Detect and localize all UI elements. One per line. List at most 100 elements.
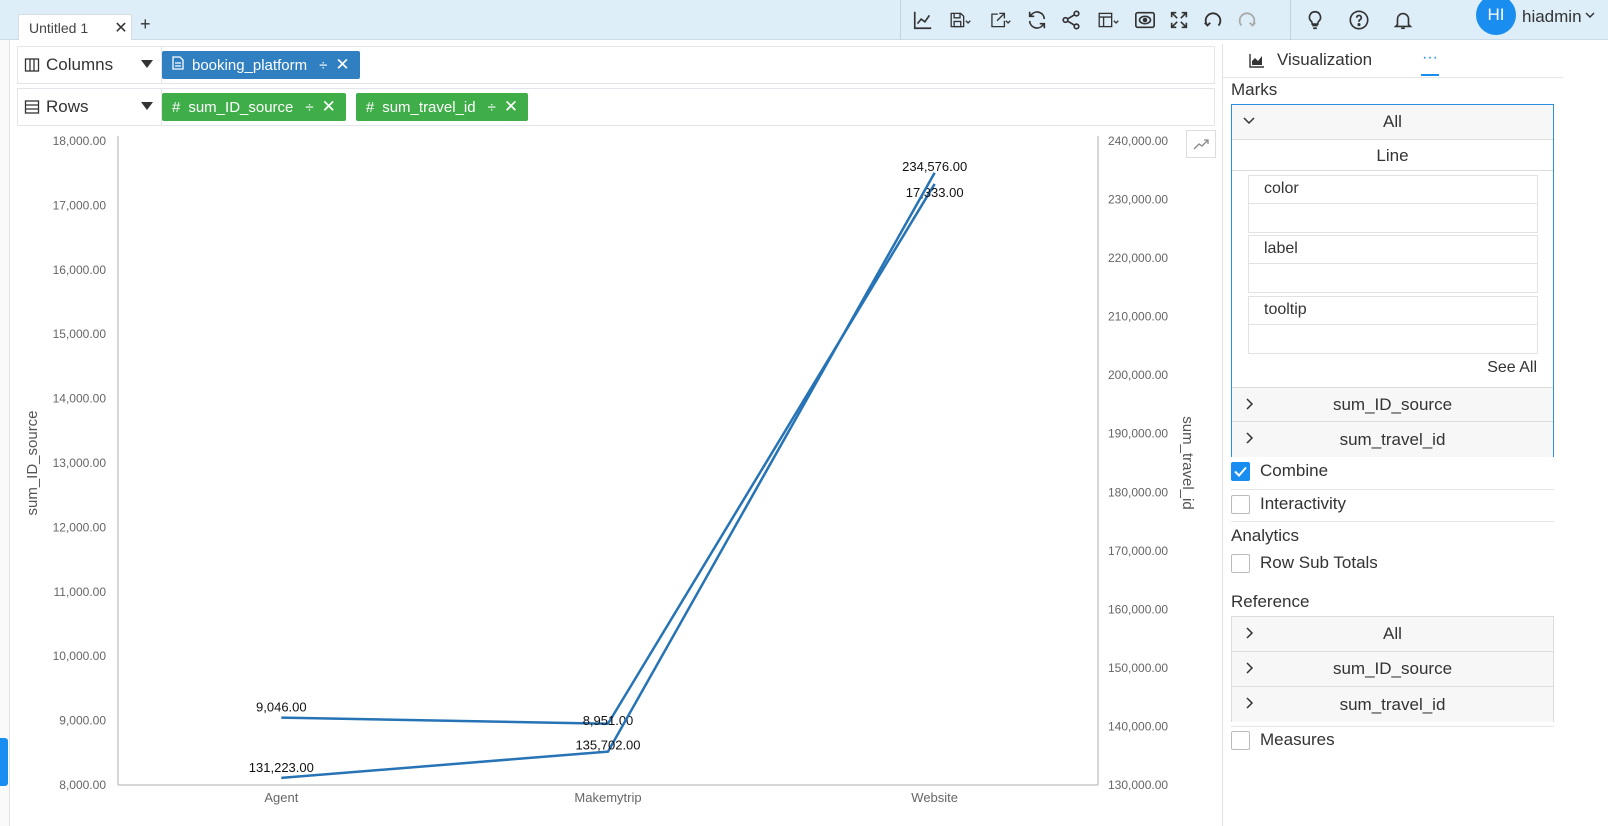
redo-icon[interactable]: [1230, 3, 1264, 37]
pill-label: sum_travel_id: [382, 98, 476, 116]
y2-tick-label: 160,000.00: [1108, 602, 1168, 616]
sort-icon[interactable]: ÷: [305, 99, 313, 116]
marks-sum-id-source-row[interactable]: sum_ID_source: [1232, 387, 1553, 422]
combine-checkbox[interactable]: Combine: [1231, 461, 1328, 481]
interactivity-checkbox[interactable]: Interactivity: [1231, 494, 1346, 514]
tab-label: Untitled 1: [29, 19, 89, 36]
pill-label: booking_platform: [192, 56, 308, 74]
remove-icon[interactable]: ✕: [322, 97, 336, 117]
tab-visualization-label: Visualization: [1277, 50, 1373, 69]
marks-sum-travel-id-row[interactable]: sum_travel_id: [1232, 422, 1553, 457]
columns-shelf-label[interactable]: Columns: [18, 47, 162, 83]
save-icon[interactable]: [940, 3, 980, 37]
toolbar: [906, 0, 1264, 40]
interactivity-label: Interactivity: [1260, 494, 1346, 513]
remove-icon[interactable]: ✕: [335, 55, 349, 75]
row-sub-totals-checkbox[interactable]: Row Sub Totals: [1231, 553, 1378, 573]
mark-type-label: Line: [1376, 145, 1409, 165]
chevron-down-icon[interactable]: [1584, 8, 1596, 26]
share-icon[interactable]: [1054, 3, 1088, 37]
panel-tabs: Visualization ···: [1223, 44, 1563, 78]
user-menu[interactable]: HI hiadmin: [1476, 0, 1596, 35]
rows-shelf[interactable]: Rows # sum_ID_source ÷ ✕ # sum_travel_id…: [17, 88, 1215, 126]
checkbox-unchecked[interactable]: [1231, 494, 1250, 514]
measures-checkbox[interactable]: Measures: [1231, 730, 1335, 750]
export-icon[interactable]: [980, 3, 1020, 37]
divider: [1231, 489, 1554, 490]
x-tick-label: Agent: [264, 790, 298, 805]
y-tick-label: 13,000.00: [53, 456, 107, 470]
data-label: 135,702.00: [575, 738, 640, 753]
tab-untitled-1[interactable]: Untitled 1 ✕: [18, 14, 132, 40]
measure-icon: #: [365, 98, 375, 116]
bell-icon[interactable]: [1386, 3, 1420, 37]
label-property[interactable]: label: [1248, 235, 1538, 293]
columns-shelf[interactable]: Columns booking_platform ÷ ✕: [17, 46, 1215, 84]
trend-line-button[interactable]: [1186, 130, 1216, 158]
series-line-sum_ID_source: [281, 183, 936, 726]
data-label: 9,046.00: [256, 700, 307, 715]
help-icon[interactable]: [1342, 3, 1376, 37]
help-toolbar: [1298, 0, 1420, 40]
reference-accordion: All sum_ID_source sum_travel_id: [1231, 616, 1554, 722]
line-chart: 8,000.00 9,000.00 10,000.00 11,000.00 12,000…: [24, 134, 1196, 805]
layout-icon[interactable]: [1088, 3, 1128, 37]
y2-tick-label: 210,000.00: [1108, 310, 1168, 324]
line-chart-icon[interactable]: [906, 3, 940, 37]
fullscreen-icon[interactable]: [1162, 3, 1196, 37]
y-tick-label: 14,000.00: [53, 392, 107, 406]
add-tab-icon[interactable]: +: [140, 14, 151, 35]
avatar[interactable]: HI: [1476, 0, 1516, 35]
chevron-right-icon: [1246, 662, 1254, 674]
divider: [1231, 726, 1554, 727]
mark-type-select[interactable]: Line: [1232, 141, 1553, 171]
columns-label: Columns: [46, 55, 114, 74]
refresh-icon[interactable]: [1020, 3, 1054, 37]
reference-item-label: sum_travel_id: [1339, 694, 1446, 714]
measures-label: Measures: [1260, 730, 1335, 749]
pill-sum-travel-id[interactable]: # sum_travel_id ÷ ✕: [355, 93, 529, 121]
see-all-link[interactable]: See All: [1487, 359, 1537, 377]
y-tick-label: 8,000.00: [59, 778, 106, 792]
left-panel-toggle[interactable]: [0, 738, 8, 786]
y2-tick-label: 230,000.00: [1108, 193, 1168, 207]
y2-tick-label: 140,000.00: [1108, 719, 1168, 733]
remove-icon[interactable]: ✕: [504, 97, 518, 117]
checkbox-unchecked[interactable]: [1231, 730, 1250, 750]
data-label: 131,223.00: [249, 760, 314, 775]
undo-icon[interactable]: [1196, 3, 1230, 37]
marks-title: Marks: [1231, 80, 1278, 99]
more-options-tab[interactable]: ···: [1421, 48, 1439, 76]
caret-down-icon[interactable]: [141, 60, 153, 68]
preview-icon[interactable]: [1128, 3, 1162, 37]
caret-down-icon[interactable]: [141, 102, 153, 110]
reference-sum-travel-id-row[interactable]: sum_travel_id: [1232, 687, 1553, 722]
tab-close-icon[interactable]: ✕: [111, 18, 131, 38]
sort-icon[interactable]: ÷: [319, 57, 327, 74]
pill-sum-id-source[interactable]: # sum_ID_source ÷ ✕: [162, 93, 346, 121]
checkbox-checked[interactable]: [1231, 461, 1250, 481]
chevron-right-icon: [1246, 627, 1254, 639]
combine-label: Combine: [1260, 461, 1329, 480]
y-tick-label: 9,000.00: [59, 714, 106, 728]
pill-booking-platform[interactable]: booking_platform ÷ ✕: [162, 51, 360, 79]
checkbox-unchecked[interactable]: [1231, 553, 1250, 573]
y2-tick-label: 170,000.00: [1108, 544, 1168, 558]
chevron-right-icon: [1246, 432, 1254, 444]
reference-all-row[interactable]: All: [1232, 617, 1553, 652]
lightbulb-icon[interactable]: [1298, 3, 1332, 37]
sort-icon[interactable]: ÷: [488, 99, 496, 116]
reference-sum-id-source-row[interactable]: sum_ID_source: [1232, 652, 1553, 687]
tooltip-label: tooltip: [1249, 297, 1537, 325]
marks-all-row[interactable]: All: [1232, 105, 1553, 140]
tooltip-property[interactable]: tooltip: [1248, 296, 1538, 354]
chevron-down-icon: [1243, 117, 1255, 125]
y2-tick-label: 150,000.00: [1108, 661, 1168, 675]
y-tick-label: 18,000.00: [53, 134, 107, 148]
y-axis-title: sum_ID_source: [24, 410, 41, 515]
color-property[interactable]: color: [1248, 175, 1538, 233]
tab-visualization[interactable]: Visualization: [1249, 50, 1372, 70]
username[interactable]: hiadmin: [1522, 7, 1582, 27]
rows-shelf-label[interactable]: Rows: [18, 89, 162, 125]
toolbar-divider: [1290, 0, 1291, 40]
